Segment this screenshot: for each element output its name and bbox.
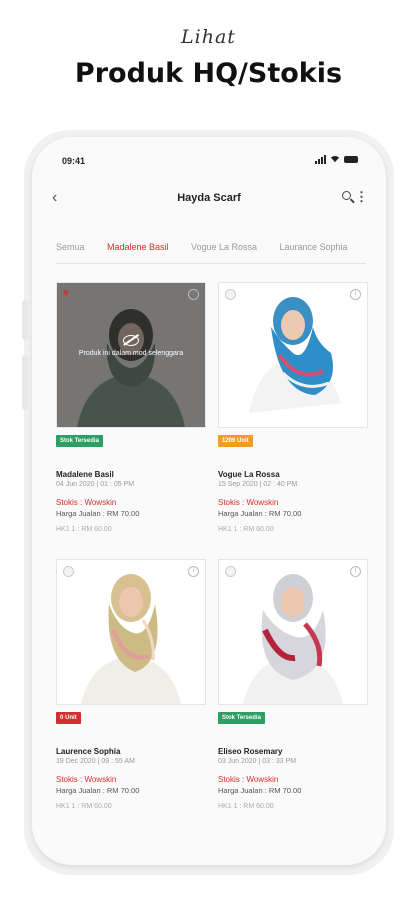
product-hk-price: HK1 1 : RM 60.00 bbox=[56, 526, 112, 533]
product-name: Eliseo Rosemary bbox=[218, 747, 283, 756]
product-date: 18 Dec 2020 | 09 : 55 AM bbox=[56, 758, 135, 765]
maintenance-message: Produk ini dalam mod selenggara bbox=[78, 350, 184, 357]
unit-badge: 0 Unit bbox=[56, 712, 81, 724]
product-card[interactable]: i 0 Unit Laurence Sophia 18 Dec 2020 | 0… bbox=[56, 559, 206, 819]
product-name: Vogue La Rossa bbox=[218, 470, 280, 479]
status-bar: 09:41 bbox=[32, 153, 386, 169]
product-image[interactable]: i bbox=[56, 559, 206, 705]
product-stokis: Stokis : Wowskin bbox=[218, 498, 279, 507]
product-stokis: Stokis : Wowskin bbox=[218, 775, 279, 784]
product-date: 03 Jun 2020 | 03 : 33 PM bbox=[218, 758, 297, 765]
more-vertical-icon[interactable]: ⋮ bbox=[355, 189, 368, 205]
product-price: Harga Jualan : RM 70.00 bbox=[218, 786, 302, 795]
info-icon[interactable]: i bbox=[188, 566, 199, 577]
phone-screen: 09:41 ‹ Hayda Scarf ⋮ Semua Madalene Bas… bbox=[32, 137, 386, 865]
product-name: Laurence Sophia bbox=[56, 747, 121, 756]
unit-badge: 1206 Unit bbox=[218, 435, 253, 447]
product-hk-price: HK1 1 : RM 60.00 bbox=[218, 526, 274, 533]
select-dot[interactable] bbox=[63, 566, 74, 577]
info-icon[interactable]: i bbox=[350, 566, 361, 577]
stock-badge: Stok Tersedia bbox=[56, 435, 103, 447]
signal-icon bbox=[315, 155, 326, 164]
product-card[interactable]: i 1206 Unit Vogue La Rossa 15 Sep 2020 |… bbox=[218, 282, 368, 542]
tab-vogue-la-rossa[interactable]: Vogue La Rossa bbox=[191, 240, 257, 263]
page-title: Hayda Scarf bbox=[177, 192, 241, 204]
tab-laurance-sophia[interactable]: Laurance Sophia bbox=[280, 240, 348, 263]
maintenance-overlay: Produk ini dalam mod selenggara bbox=[57, 283, 205, 427]
product-date: 15 Sep 2020 | 02 : 40 PM bbox=[218, 481, 298, 488]
eye-off-icon bbox=[123, 335, 139, 346]
info-icon[interactable]: i bbox=[188, 289, 199, 300]
product-hk-price: HK1 1 : RM 60.00 bbox=[56, 803, 112, 810]
product-price: Harga Jualan : RM 70.00 bbox=[218, 509, 302, 518]
search-icon[interactable] bbox=[342, 191, 356, 205]
info-icon[interactable]: i bbox=[350, 289, 361, 300]
app-bar: ‹ Hayda Scarf ⋮ bbox=[32, 177, 386, 221]
battery-icon bbox=[344, 156, 358, 163]
promo-title: Produk HQ/Stokis bbox=[74, 58, 343, 89]
tab-semua[interactable]: Semua bbox=[56, 240, 85, 263]
product-hk-price: HK1 1 : RM 60.00 bbox=[218, 803, 274, 810]
phone-side-button bbox=[22, 300, 28, 340]
category-tabs: Semua Madalene Basil Vogue La Rossa Laur… bbox=[56, 237, 366, 264]
promo-script-title: Lihat bbox=[181, 26, 236, 48]
product-stokis: Stokis : Wowskin bbox=[56, 775, 117, 784]
phone-side-button bbox=[22, 355, 28, 410]
product-image[interactable]: i bbox=[218, 282, 368, 428]
product-card[interactable]: i Stok Tersedia Eliseo Rosemary 03 Jun 2… bbox=[218, 559, 368, 819]
tab-madalene-basil[interactable]: Madalene Basil bbox=[107, 240, 169, 263]
wifi-icon bbox=[330, 156, 340, 164]
product-price: Harga Jualan : RM 70.00 bbox=[56, 509, 140, 518]
product-price: Harga Jualan : RM 70.00 bbox=[56, 786, 140, 795]
product-stokis: Stokis : Wowskin bbox=[56, 498, 117, 507]
status-time: 09:41 bbox=[62, 156, 86, 166]
product-image[interactable]: i bbox=[218, 559, 368, 705]
stock-badge: Stok Tersedia bbox=[218, 712, 265, 724]
select-dot[interactable] bbox=[225, 289, 236, 300]
product-image[interactable]: Produk ini dalam mod selenggara ♥ i bbox=[56, 282, 206, 428]
heart-icon[interactable]: ♥ bbox=[63, 288, 69, 299]
product-card[interactable]: Produk ini dalam mod selenggara ♥ i Stok… bbox=[56, 282, 206, 542]
select-dot[interactable] bbox=[225, 566, 236, 577]
product-date: 04 Jun 2020 | 01 : 05 PM bbox=[56, 481, 135, 488]
product-name: Madalene Basil bbox=[56, 470, 114, 479]
